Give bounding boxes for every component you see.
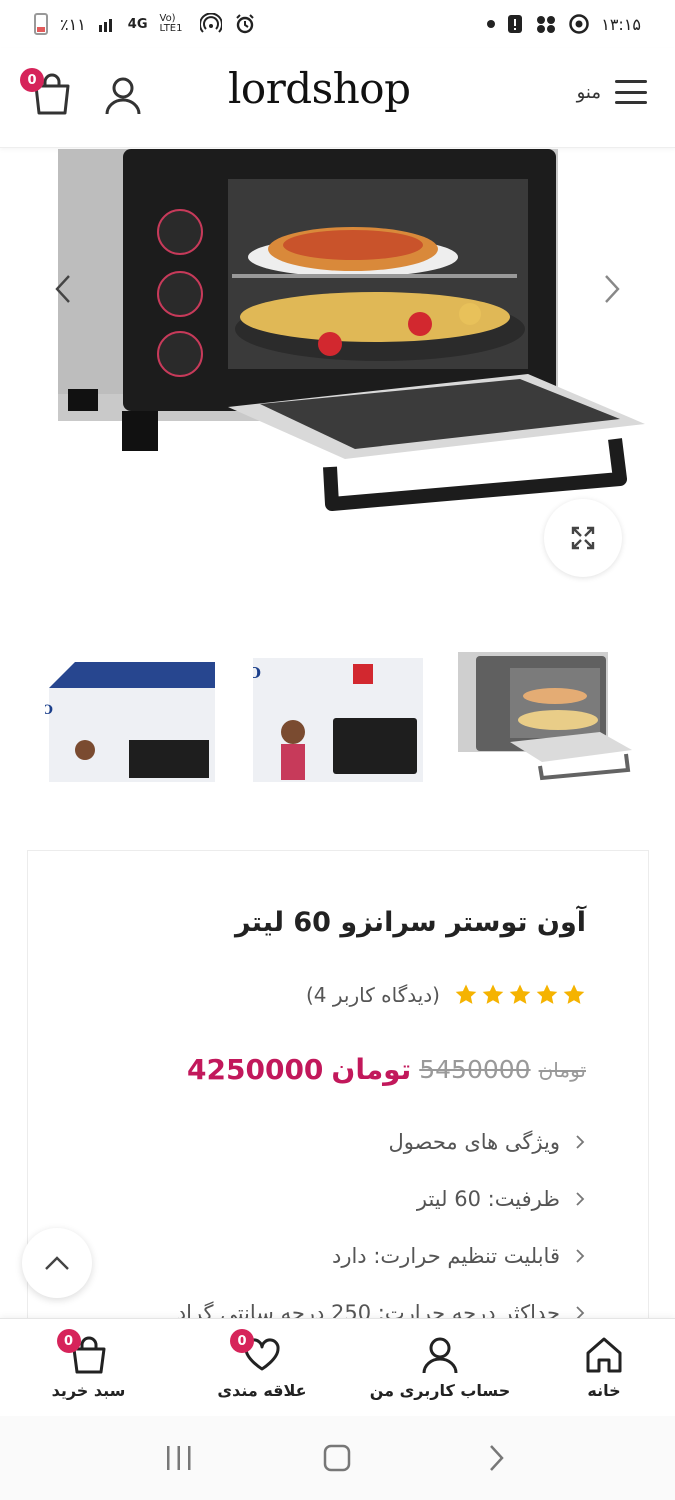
- chevron-up-icon: [45, 1256, 69, 1270]
- product-page: ٪۱۱ 4G Vo) LTE1 ۱۳:۱۵ 0 lordshop منو O O…: [0, 0, 675, 1500]
- chevron-right-icon: [605, 275, 620, 303]
- site-logo[interactable]: lordshop: [228, 64, 411, 113]
- user-icon: [422, 1337, 458, 1374]
- home-icon: [586, 1337, 622, 1373]
- alarm-icon: [235, 14, 254, 34]
- wishlist-icon-wrap: 0: [230, 1329, 282, 1375]
- star-icon: [455, 984, 477, 1004]
- svg-text:SERANZO: SERANZO: [45, 703, 53, 718]
- product-rating[interactable]: (دیدگاه کاربر 4): [306, 983, 586, 1007]
- header-account-button[interactable]: [104, 76, 142, 116]
- svg-text:SERANZO: SERANZO: [253, 664, 261, 682]
- chevron-left-icon: [55, 275, 70, 303]
- nav-label: حساب کاربری من: [369, 1381, 511, 1400]
- nav-label: سبد خرید: [51, 1381, 126, 1400]
- status-bar: ٪۱۱ 4G Vo) LTE1 ۱۳:۱۵: [0, 0, 675, 48]
- product-info-card: آون توستر سرانزو 60 لیتر (دیدگاه کاربر 4…: [27, 850, 649, 1330]
- wishlist-count-badge: 0: [230, 1329, 254, 1353]
- old-price-currency: تومان: [538, 1057, 586, 1082]
- user-icon: [105, 77, 141, 115]
- product-title: آون توستر سرانزو 60 لیتر: [234, 907, 586, 938]
- feature-text: ویژگی های محصول: [388, 1129, 560, 1154]
- chevron-icon: [576, 1248, 585, 1263]
- new-price: 4250000: [187, 1053, 324, 1086]
- battery-icon: [34, 13, 48, 35]
- hamburger-icon: [615, 80, 647, 104]
- hotspot-icon: [199, 13, 222, 33]
- app-notification-icon: [537, 16, 556, 33]
- nav-home[interactable]: خانه: [533, 1319, 675, 1416]
- zoom-button[interactable]: [544, 499, 622, 577]
- recent-apps-icon: [167, 1446, 191, 1470]
- price-block: تومان 5450000 تومان 4250000: [187, 1053, 586, 1086]
- star-icon: [536, 984, 558, 1004]
- home-square-icon: [324, 1444, 351, 1472]
- star-icon: [509, 984, 531, 1004]
- review-count-link[interactable]: (دیدگاه کاربر 4): [306, 983, 440, 1007]
- product-gallery[interactable]: [0, 149, 675, 609]
- signal-icon: [98, 19, 112, 32]
- star-icon: [482, 984, 504, 1004]
- feature-list: ویژگی های محصول ظرفیت: 60 لیتر قابلیت تن…: [177, 1113, 586, 1341]
- chevron-icon: [576, 1191, 585, 1206]
- clock: ۱۳:۱۵: [601, 14, 641, 34]
- status-right: ۱۳:۱۵: [487, 14, 641, 34]
- thumbnail-image: [458, 652, 633, 781]
- star-icon: [563, 984, 585, 1004]
- gallery-next-button[interactable]: [597, 269, 627, 309]
- bottom-navigation: خانه حساب کاربری من 0 علاقه مندی 0 سبد خ…: [0, 1318, 675, 1416]
- network-type: 4G: [127, 16, 148, 32]
- battery-level: ٪۱۱: [60, 14, 86, 34]
- chevron-icon: [576, 1134, 585, 1149]
- thumbnail-image: SERANZO: [252, 658, 423, 782]
- nav-cart[interactable]: 0 سبد خرید: [0, 1319, 177, 1416]
- chrome-icon: [569, 14, 589, 34]
- cart-count-badge: 0: [20, 68, 44, 92]
- recent-apps-button[interactable]: [159, 1438, 199, 1478]
- feature-text: ظرفیت: 60 لیتر: [416, 1186, 560, 1211]
- cart-count-badge: 0: [56, 1329, 81, 1353]
- list-item: ویژگی های محصول: [177, 1113, 586, 1170]
- notification-alert-icon: [508, 15, 523, 33]
- nav-wishlist[interactable]: 0 علاقه مندی: [177, 1319, 347, 1416]
- site-header: 0 lordshop منو: [0, 48, 675, 148]
- list-item: قابلیت تنظیم حرارت: دارد: [177, 1227, 586, 1284]
- expand-icon: [571, 526, 595, 550]
- gallery-prev-button[interactable]: [48, 269, 78, 309]
- menu-button[interactable]: منو: [577, 80, 647, 104]
- scroll-to-top-button[interactable]: [22, 1228, 92, 1298]
- thumbnail-box-side[interactable]: SERANZO: [35, 640, 225, 800]
- thumbnail-strip: SERANZO SERANZO: [0, 630, 675, 810]
- cart-icon-wrap: 0: [56, 1329, 109, 1375]
- feature-text: قابلیت تنظیم حرارت: دارد: [331, 1243, 560, 1268]
- nav-account[interactable]: حساب کاربری من: [347, 1319, 533, 1416]
- new-price-currency: تومان: [331, 1053, 412, 1086]
- status-left: ٪۱۱ 4G Vo) LTE1: [34, 13, 256, 35]
- nav-label: علاقه مندی: [217, 1381, 307, 1400]
- nav-label: خانه: [587, 1381, 621, 1400]
- thumbnail-image: SERANZO: [45, 662, 215, 782]
- header-cart-button[interactable]: 0: [20, 68, 72, 116]
- old-price: 5450000: [419, 1055, 531, 1084]
- system-navigation-bar: [0, 1416, 675, 1500]
- thumbnail-box-front[interactable]: SERANZO: [243, 640, 433, 800]
- list-item: ظرفیت: 60 لیتر: [177, 1170, 586, 1227]
- volte-indicator: Vo) LTE1: [159, 13, 183, 34]
- menu-label: منو: [576, 81, 601, 103]
- rating-stars: [454, 983, 586, 1007]
- back-system-button[interactable]: [476, 1438, 516, 1478]
- notification-dot: [487, 20, 496, 28]
- home-system-button[interactable]: [317, 1438, 357, 1478]
- thumbnail-oven[interactable]: [450, 640, 640, 800]
- back-chevron-icon: [489, 1445, 504, 1471]
